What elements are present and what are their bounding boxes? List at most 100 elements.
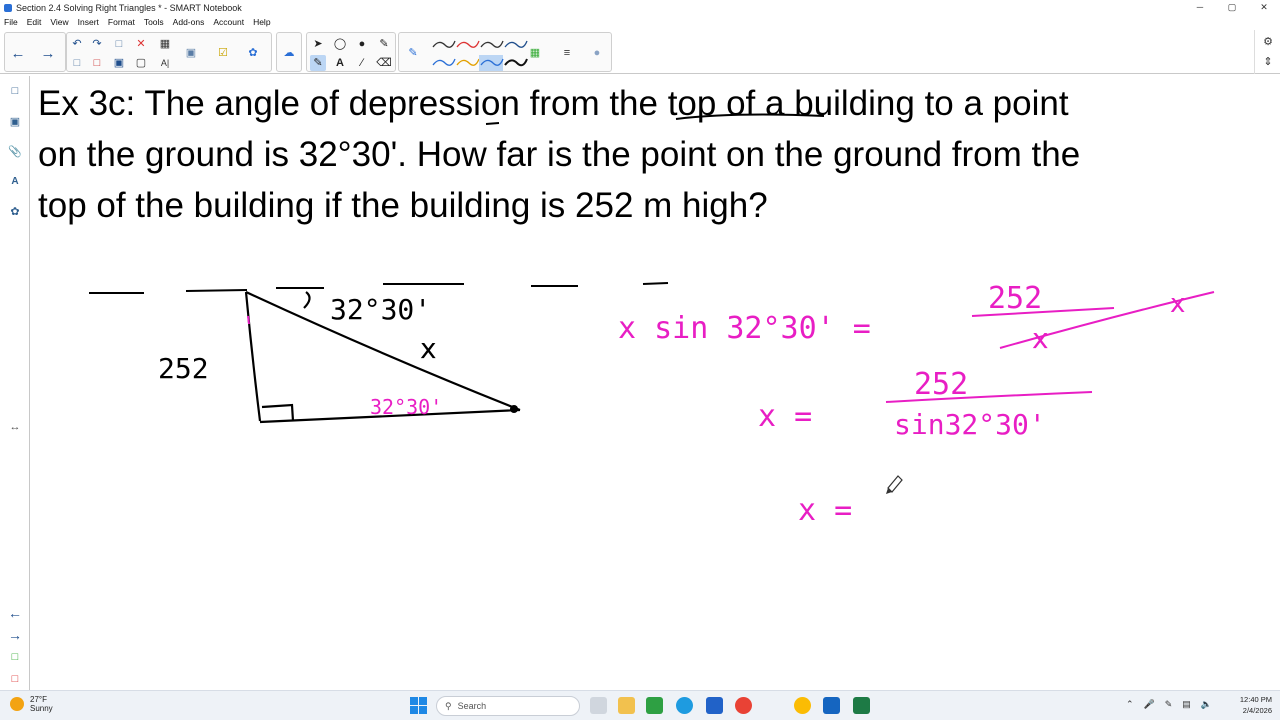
chrome-icon[interactable] (735, 697, 752, 714)
right-toolbar: ⚙ ⇕ (1254, 30, 1280, 74)
line-thickness-icon[interactable]: ≡ (559, 45, 575, 61)
text-icon[interactable]: A (332, 55, 348, 71)
store-icon[interactable] (646, 697, 663, 714)
previous-page-icon[interactable]: ← (10, 45, 26, 61)
hypotenuse-label: x (420, 332, 437, 365)
magenta-tick (247, 315, 250, 325)
weather-temp: 27°F (30, 695, 47, 704)
equation-1-left: x sin 32°30' = (618, 311, 871, 346)
equation-2-left: x = (758, 399, 812, 434)
maximize-icon[interactable]: ▢ (1216, 0, 1248, 15)
transparency-icon[interactable]: ● (589, 45, 605, 61)
add-page-side-icon[interactable]: □ (6, 648, 24, 666)
menu-insert[interactable]: Insert (78, 17, 99, 27)
windows-start-icon[interactable] (410, 697, 427, 714)
microphone-icon[interactable]: 🎤 (1144, 699, 1155, 710)
next-page-side-icon[interactable]: → (6, 626, 24, 644)
redo-icon[interactable]: ↷ (89, 36, 105, 52)
volume-icon[interactable]: 🔈 (1201, 699, 1212, 710)
cloud-icon[interactable]: ☁ (281, 45, 297, 61)
shapes-icon[interactable]: ◯ (332, 36, 348, 52)
excel-icon[interactable] (853, 697, 870, 714)
weather-desc: Sunny (30, 704, 53, 713)
fill-icon[interactable]: ● (354, 36, 370, 52)
gallery-icon[interactable]: ☑ (215, 45, 231, 61)
open-file-icon[interactable]: □ (69, 55, 85, 71)
window-title: Section 2.4 Solving Right Triangles * - … (16, 2, 242, 13)
menu-tools[interactable]: Tools (144, 17, 164, 27)
resize-handle-icon[interactable]: ↔ (6, 418, 24, 436)
notebook-page-canvas[interactable]: Ex 3c: The angle of depression from the … (34, 76, 1274, 690)
attachments-icon[interactable]: 📎 (6, 142, 24, 160)
weather-widget[interactable]: 27°F Sunny (10, 695, 53, 713)
close-icon[interactable]: ✕ (1248, 0, 1280, 15)
color-palette-icon[interactable]: ▦ (527, 45, 543, 61)
menu-add-ons[interactable]: Add-ons (173, 17, 205, 27)
handwriting-recognition-icon[interactable]: A| (157, 55, 173, 71)
delete-page-side-icon[interactable]: □ (6, 670, 24, 688)
clock-date: 2/4/2026 (1242, 706, 1272, 715)
chevron-up-icon[interactable]: ⌃ (1126, 699, 1134, 710)
nav-group: ← → (4, 32, 66, 72)
next-page-icon[interactable]: → (40, 45, 56, 61)
search-icon: ⚲ (445, 700, 452, 711)
angle-bottom-label: 32°30' (370, 395, 442, 419)
main-toolbar: ← → ↶ ↷ □ ✕ ▦ □ □ ▣ ▢ A| ▣ ☑ ✿ ☁ ➤ ◯ ● ✎… (0, 30, 1280, 74)
page-sorter-icon[interactable]: □ (6, 82, 24, 100)
file-explorer-icon[interactable] (618, 697, 635, 714)
task-view-icon[interactable] (590, 697, 607, 714)
cloud-group: ☁ (276, 32, 302, 72)
addon-icon[interactable]: ✿ (245, 45, 261, 61)
title-bar: Section 2.4 Solving Right Triangles * - … (0, 0, 1280, 15)
pen-tray-icon[interactable]: ✎ (1165, 699, 1173, 710)
mail-icon[interactable] (706, 697, 723, 714)
select-icon[interactable]: ➤ (310, 36, 326, 52)
network-icon[interactable]: ▤ (1182, 699, 1191, 710)
menu-edit[interactable]: Edit (27, 17, 42, 27)
magic-pen-icon[interactable]: ✎ (376, 36, 392, 52)
menu-help[interactable]: Help (253, 17, 270, 27)
display-icon[interactable]: ▣ (183, 45, 199, 61)
previous-page-side-icon[interactable]: ← (6, 604, 24, 622)
chrome-profile-icon[interactable] (794, 697, 811, 714)
edit-group: ↶ ↷ □ ✕ ▦ □ □ ▣ ▢ A| ▣ ☑ ✿ (66, 32, 272, 72)
properties-icon[interactable]: A (6, 172, 24, 190)
edge-browser-icon[interactable] (676, 697, 693, 714)
horizontal-line-strokes (89, 282, 669, 294)
menu-account[interactable]: Account (213, 17, 244, 27)
screen-capture-icon[interactable]: ▢ (133, 55, 149, 71)
add-page-icon[interactable]: □ (111, 36, 127, 52)
save-icon[interactable]: ▣ (111, 55, 127, 71)
equation-3-left: x = (798, 493, 852, 528)
delete-icon[interactable]: ✕ (133, 36, 149, 52)
addons-tab-icon[interactable]: ✿ (6, 202, 24, 220)
pen-cursor-icon (886, 475, 903, 494)
windows-taskbar: 27°F Sunny ⚲ Search ⌃ 🎤 ✎ ▤ 🔈 12:40 PM 2… (0, 690, 1280, 720)
minimize-icon[interactable]: ─ (1184, 0, 1216, 15)
line-icon[interactable]: ∕ (354, 55, 370, 71)
smart-notebook-taskbar-icon[interactable] (823, 697, 840, 714)
gear-icon[interactable]: ⚙ (1260, 34, 1276, 50)
equation-1-cancel-x: x (1170, 289, 1185, 319)
side-panel-tabs: □ ▣ 📎 A ✿ ↔ ← → □ □ (0, 76, 30, 690)
pen-icon[interactable]: ✎ (405, 45, 421, 61)
expand-toolbar-icon[interactable]: ⇕ (1260, 54, 1276, 70)
handwritten-annotations: 32°30' x 252 32°30' x sin 32°30' = 252 x… (89, 113, 1215, 528)
window-controls: ─ ▢ ✕ (1184, 0, 1280, 15)
menu-file[interactable]: File (4, 17, 18, 27)
system-tray: ⌃ 🎤 ✎ ▤ 🔈 (1126, 699, 1212, 710)
menu-format[interactable]: Format (108, 17, 135, 27)
eraser-icon[interactable]: ⌫ (376, 55, 392, 71)
search-placeholder: Search (457, 701, 487, 711)
undo-icon[interactable]: ↶ (69, 36, 85, 52)
clock[interactable]: 12:40 PM 2/4/2026 (1240, 694, 1272, 716)
table-icon[interactable]: ▦ (157, 36, 173, 52)
sun-icon (10, 697, 24, 711)
pdf-icon[interactable]: □ (89, 55, 105, 71)
taskbar-search[interactable]: ⚲ Search (436, 696, 580, 716)
smart-notebook-app-icon (4, 3, 12, 12)
gallery-tab-icon[interactable]: ▣ (6, 112, 24, 130)
ground-point (510, 405, 518, 413)
pens-icon[interactable]: ✎ (310, 55, 326, 71)
menu-view[interactable]: View (50, 17, 68, 27)
